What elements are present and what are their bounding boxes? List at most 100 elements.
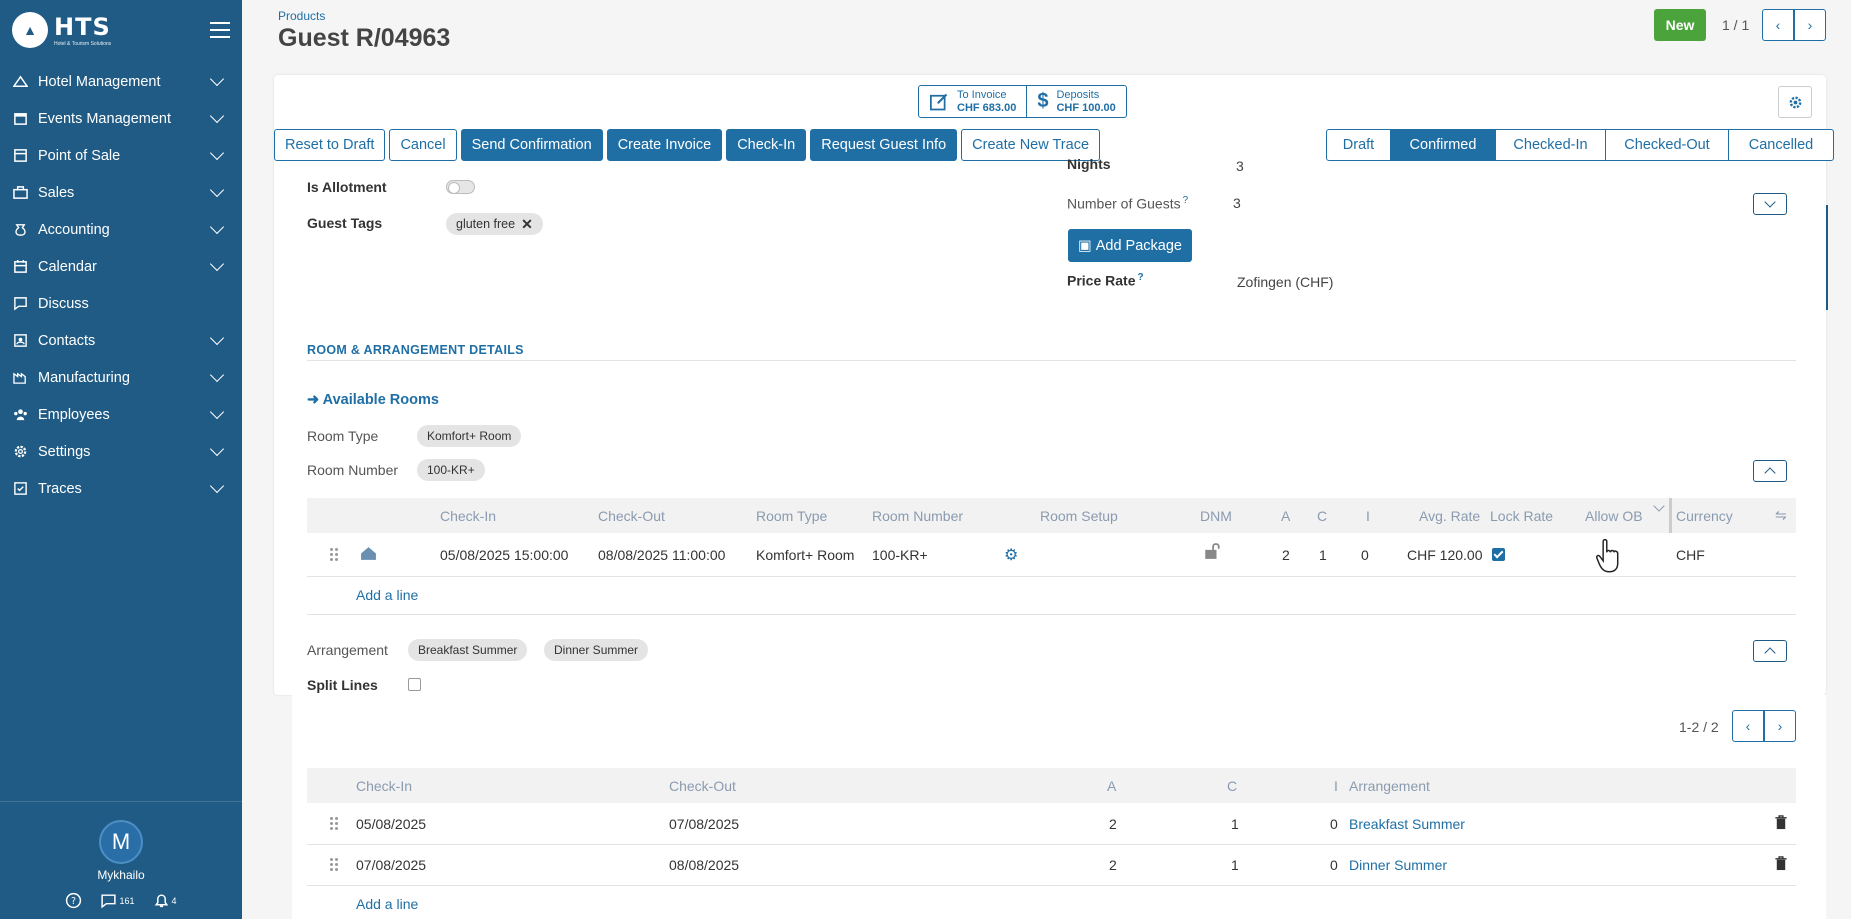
column-header[interactable]: I — [1366, 508, 1370, 524]
help-icon[interactable]: ? — [65, 892, 82, 909]
messages-button[interactable]: 161 — [100, 892, 135, 909]
row-infants[interactable]: 0 — [1330, 857, 1338, 873]
unlock-icon[interactable] — [1203, 542, 1221, 563]
row-check-in[interactable]: 07/08/2025 — [356, 857, 426, 873]
sort-chevron-icon[interactable] — [1653, 500, 1665, 512]
drag-handle-icon[interactable] — [330, 817, 338, 830]
sidebar-item-hotel-management[interactable]: Hotel Management — [0, 63, 242, 100]
column-header[interactable]: Arrangement — [1349, 778, 1430, 794]
status-checked-in[interactable]: Checked-In — [1495, 129, 1606, 161]
table-row[interactable]: 07/08/2025 08/08/2025 2 1 0 Dinner Summe… — [307, 845, 1796, 885]
column-header[interactable]: Check-In — [440, 508, 496, 524]
sidebar-item-manufacturing[interactable]: Manufacturing — [0, 359, 242, 396]
row-adults[interactable]: 2 — [1282, 547, 1290, 563]
row-adults[interactable]: 2 — [1109, 857, 1117, 873]
column-header[interactable]: Check-In — [356, 778, 412, 794]
arrangement-tag[interactable]: Breakfast Summer — [408, 639, 528, 661]
row-room-type[interactable]: Komfort+ Room — [756, 547, 854, 563]
collapse-button[interactable] — [1753, 640, 1787, 662]
reset-to-draft-button[interactable]: Reset to Draft — [274, 129, 386, 161]
home-icon[interactable] — [360, 546, 377, 564]
column-header[interactable]: Check-Out — [669, 778, 736, 794]
arrangement-tag[interactable]: Dinner Summer — [544, 639, 649, 661]
column-header[interactable]: Check-Out — [598, 508, 665, 524]
previous-record-button[interactable]: ‹ — [1762, 9, 1794, 41]
split-lines-checkbox[interactable] — [408, 678, 421, 691]
request-guest-info-button[interactable]: Request Guest Info — [810, 129, 958, 161]
sidebar-item-point-of-sale[interactable]: Point of Sale — [0, 137, 242, 174]
row-adults[interactable]: 2 — [1109, 816, 1117, 832]
column-header[interactable]: C — [1227, 778, 1237, 794]
deposits-button[interactable]: $ Deposits CHF 100.00 — [1026, 86, 1125, 117]
settings-gear-button[interactable] — [1778, 86, 1812, 118]
row-check-out[interactable]: 08/08/2025 — [669, 857, 739, 873]
column-header[interactable]: Avg. Rate — [1419, 508, 1480, 524]
guest-tag[interactable]: gluten free ✕ — [446, 213, 543, 235]
table-row[interactable]: 05/08/2025 07/08/2025 2 1 0 Breakfast Su… — [307, 804, 1796, 844]
row-avg-rate[interactable]: CHF 120.00 — [1407, 547, 1482, 563]
row-children[interactable]: 1 — [1231, 857, 1239, 873]
status-checked-out[interactable]: Checked-Out — [1605, 129, 1729, 161]
sidebar-item-settings[interactable]: Settings — [0, 433, 242, 470]
column-resizer[interactable] — [1669, 498, 1672, 533]
trash-icon[interactable] — [1774, 815, 1788, 833]
row-check-in[interactable]: 05/08/2025 15:00:00 — [440, 547, 568, 563]
column-header[interactable]: Room Setup — [1040, 508, 1118, 524]
sidebar-item-calendar[interactable]: Calendar — [0, 248, 242, 285]
column-settings-icon[interactable]: ⇋ — [1775, 507, 1787, 524]
column-header[interactable]: A — [1281, 508, 1290, 524]
avatar[interactable]: M — [99, 820, 143, 864]
column-header[interactable]: C — [1317, 508, 1327, 524]
create-invoice-button[interactable]: Create Invoice — [606, 129, 723, 161]
row-infants[interactable]: 0 — [1361, 547, 1369, 563]
logo[interactable]: ▲ HTS Hotel & Tourism Solutions — [12, 12, 111, 48]
help-tooltip-icon[interactable]: ? — [1137, 272, 1143, 283]
remove-tag-icon[interactable]: ✕ — [521, 216, 533, 233]
cancel-button[interactable]: Cancel — [389, 129, 457, 161]
lock-rate-checkbox[interactable] — [1492, 548, 1505, 561]
scrollbar-thumb[interactable] — [1826, 205, 1828, 310]
sidebar-item-sales[interactable]: Sales — [0, 174, 242, 211]
new-button[interactable]: New — [1654, 9, 1706, 41]
expand-button[interactable] — [1753, 193, 1787, 215]
status-confirmed[interactable]: Confirmed — [1390, 129, 1496, 161]
add-package-button[interactable]: ▣ Add Package — [1068, 229, 1192, 262]
send-confirmation-button[interactable]: Send Confirmation — [460, 129, 603, 161]
menu-toggle-icon[interactable] — [210, 22, 230, 38]
row-check-out[interactable]: 07/08/2025 — [669, 816, 739, 832]
table-row[interactable]: 05/08/2025 15:00:00 08/08/2025 11:00:00 … — [307, 533, 1796, 575]
check-in-button[interactable]: Check-In — [726, 129, 807, 161]
notifications-button[interactable]: 4 — [153, 892, 177, 909]
add-line-link[interactable]: Add a line — [356, 587, 418, 603]
is-allotment-toggle[interactable] — [446, 180, 475, 194]
row-check-out[interactable]: 08/08/2025 11:00:00 — [598, 547, 725, 563]
column-header[interactable]: Room Number — [872, 508, 963, 524]
row-currency[interactable]: CHF — [1676, 547, 1705, 563]
drag-handle-icon[interactable] — [330, 548, 338, 561]
row-children[interactable]: 1 — [1231, 816, 1239, 832]
row-room-number[interactable]: 100-KR+ — [872, 547, 928, 563]
column-header[interactable]: Currency — [1676, 508, 1733, 524]
available-rooms-link[interactable]: ➜ Available Rooms — [307, 392, 439, 408]
status-draft[interactable]: Draft — [1326, 129, 1391, 161]
drag-handle-icon[interactable] — [330, 858, 338, 871]
sidebar-item-traces[interactable]: Traces — [0, 470, 242, 507]
sidebar-item-discuss[interactable]: Discuss — [0, 285, 242, 322]
room-type-tag[interactable]: Komfort+ Room — [417, 425, 522, 447]
sidebar-item-accounting[interactable]: Accounting — [0, 211, 242, 248]
trash-icon[interactable] — [1774, 856, 1788, 874]
row-children[interactable]: 1 — [1319, 547, 1327, 563]
room-setup-icon[interactable]: ⚙ — [1004, 545, 1018, 565]
column-header[interactable]: Lock Rate — [1490, 508, 1553, 524]
room-number-tag[interactable]: 100-KR+ — [417, 459, 485, 481]
add-line-link[interactable]: Add a line — [356, 896, 418, 912]
status-cancelled[interactable]: Cancelled — [1728, 129, 1834, 161]
collapse-button[interactable] — [1753, 460, 1787, 482]
breadcrumb[interactable]: Products — [278, 9, 325, 23]
sidebar-item-events-management[interactable]: Events Management — [0, 100, 242, 137]
column-header[interactable]: I — [1334, 778, 1338, 794]
next-page-button[interactable]: › — [1764, 710, 1796, 742]
row-infants[interactable]: 0 — [1330, 816, 1338, 832]
column-header[interactable]: A — [1107, 778, 1116, 794]
column-header[interactable]: Room Type — [756, 508, 827, 524]
